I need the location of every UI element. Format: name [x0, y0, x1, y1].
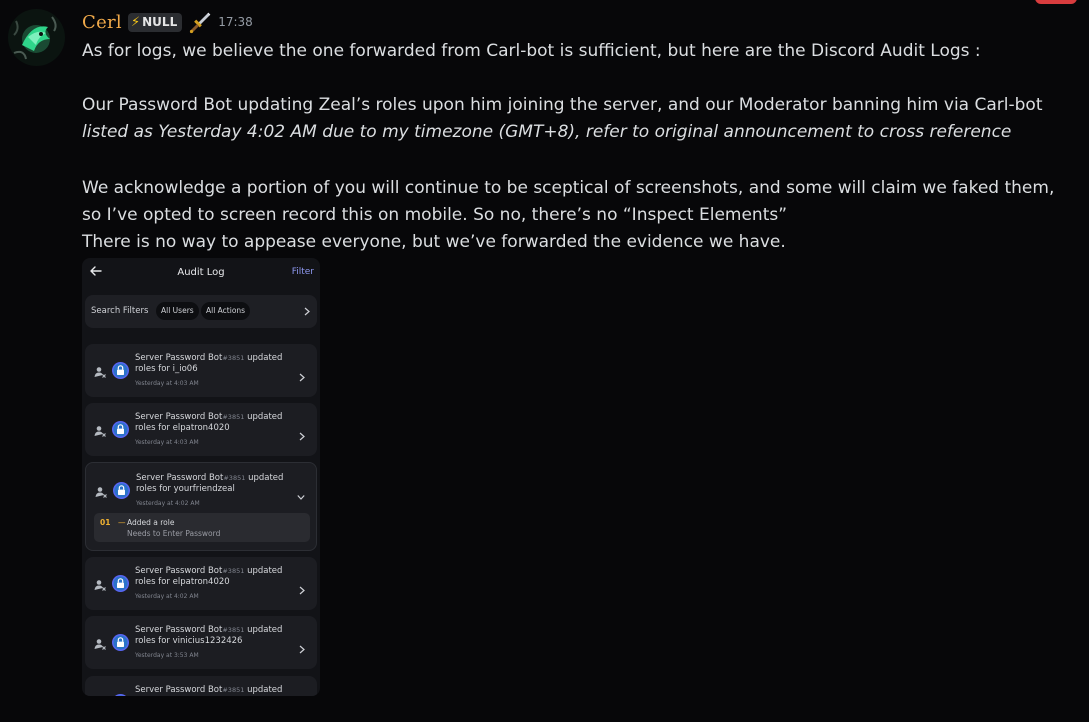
entry-line1: Server Password Bot#3851 updated [136, 473, 283, 483]
user-action-icon [93, 423, 107, 437]
entry-discriminator: #3851 [222, 354, 245, 362]
server-tag-label: NULL [142, 15, 178, 29]
entry-actor: Server Password Bot [135, 353, 223, 363]
chevron-right-icon [298, 426, 306, 441]
chevron-right-icon [298, 580, 306, 595]
entry-discriminator: #3851 [222, 686, 245, 694]
entry-line1: Server Password Bot#3851 updated [135, 566, 282, 576]
message-timestamp[interactable]: 17:38 [218, 15, 253, 29]
audit-log-entry: Server Password Bot#3851 updated roles fo… [85, 462, 317, 551]
user-action-icon [94, 484, 108, 498]
entry-time: Yesterday at 4:03 AM [135, 380, 199, 387]
lock-icon [112, 362, 129, 379]
change-number: 01 [100, 518, 111, 527]
entry-discriminator: #3851 [222, 626, 245, 634]
entry-action: updated [247, 412, 283, 422]
chat-message: Cerl ⚡ NULL 17:38 As for logs, we believ… [0, 0, 1089, 722]
user-action-icon [93, 364, 107, 378]
sword-icon[interactable] [188, 10, 212, 34]
entry-line2: roles for elpatron4020 [135, 423, 230, 433]
entry-time: Yesterday at 4:02 AM [135, 593, 199, 600]
lock-icon [112, 421, 129, 438]
filter-link: Filter [291, 267, 314, 277]
lock-icon [112, 575, 129, 592]
message-line-italic: listed as Yesterday 4:02 AM due to my ti… [82, 122, 1012, 142]
message-line: Our Password Bot updating Zeal’s roles u… [82, 95, 1043, 115]
entry-time: Yesterday at 3:53 AM [135, 652, 199, 659]
all-actions-pill: All Actions [201, 302, 251, 320]
entry-actor: Server Password Bot [135, 685, 223, 695]
change-detail: Needs to Enter Password [127, 529, 221, 538]
change-dash: — [118, 518, 126, 527]
entry-actor: Server Password Bot [135, 566, 223, 576]
image-attachment[interactable]: Audit Log Filter Search Filters All User… [82, 258, 320, 696]
chevron-right-icon [298, 367, 306, 382]
avatar[interactable] [8, 9, 65, 66]
audit-log-entry: Server Password Bot#3851 updated roles fo… [85, 557, 317, 610]
change-title: Added a role [127, 518, 175, 527]
lock-icon [112, 694, 129, 696]
user-action-icon [93, 577, 107, 591]
message-line: As for logs, we believe the one forwarde… [82, 41, 981, 61]
entry-action: updated [247, 353, 283, 363]
entry-line1: Server Password Bot#3851 updated [135, 685, 282, 695]
entry-action: updated [247, 685, 283, 695]
entry-action: updated [248, 473, 284, 483]
audit-log-entry: Server Password Bot#3851 updated roles fo… [85, 344, 317, 397]
entry-line2: roles for vinicius1232426 [135, 636, 243, 646]
entry-discriminator: #3851 [222, 413, 245, 421]
entry-line1: Server Password Bot#3851 updated [135, 353, 282, 363]
user-action-icon [93, 636, 107, 650]
entry-time: Yesterday at 4:02 AM [136, 500, 200, 507]
lightning-bolt-icon: ⚡ [131, 14, 141, 30]
audit-log-entry: Server Password Bot#3851 updated [85, 676, 317, 696]
chevron-down-icon [297, 487, 305, 500]
audit-log-entry: Server Password Bot#3851 updated roles fo… [85, 616, 317, 669]
entry-action: updated [247, 566, 283, 576]
entry-time: Yesterday at 4:03 AM [135, 439, 199, 446]
entry-line1: Server Password Bot#3851 updated [135, 625, 282, 635]
entry-action: updated [247, 625, 283, 635]
server-tag[interactable]: ⚡ NULL [128, 12, 183, 32]
message-line: We acknowledge a portion of you will con… [82, 178, 1055, 198]
search-filters-label: Search Filters [91, 306, 149, 316]
role-change-detail: 01 — Added a role Needs to Enter Passwor… [94, 513, 310, 542]
audit-log-entry: Server Password Bot#3851 updated roles fo… [85, 403, 317, 456]
lock-icon [113, 482, 130, 499]
entry-line1: Server Password Bot#3851 updated [135, 412, 282, 422]
lock-icon [112, 634, 129, 651]
all-users-pill: All Users [156, 302, 199, 320]
entry-line2: roles for elpatron4020 [135, 577, 230, 587]
chevron-right-icon [298, 639, 306, 654]
entry-line2: roles for yourfriendzeal [136, 484, 235, 494]
chevron-right-icon [304, 307, 310, 316]
entry-discriminator: #3851 [222, 567, 245, 575]
top-edge-indicator [1035, 0, 1077, 4]
search-filters-bar: Search Filters All Users All Actions [85, 295, 317, 328]
message-line: There is no way to appease everyone, but… [82, 232, 786, 252]
entry-actor: Server Password Bot [135, 412, 223, 422]
entry-discriminator: #3851 [223, 474, 246, 482]
audit-log-title: Audit Log [177, 267, 225, 278]
entry-actor: Server Password Bot [136, 473, 224, 483]
message-line: so I’ve opted to screen record this on m… [82, 205, 788, 225]
entry-line2: roles for i_io06 [135, 364, 198, 374]
username[interactable]: Cerl [82, 12, 122, 33]
audit-log-header: Audit Log Filter [82, 258, 320, 288]
entry-actor: Server Password Bot [135, 625, 223, 635]
message-header: Cerl ⚡ NULL 17:38 [82, 9, 253, 35]
